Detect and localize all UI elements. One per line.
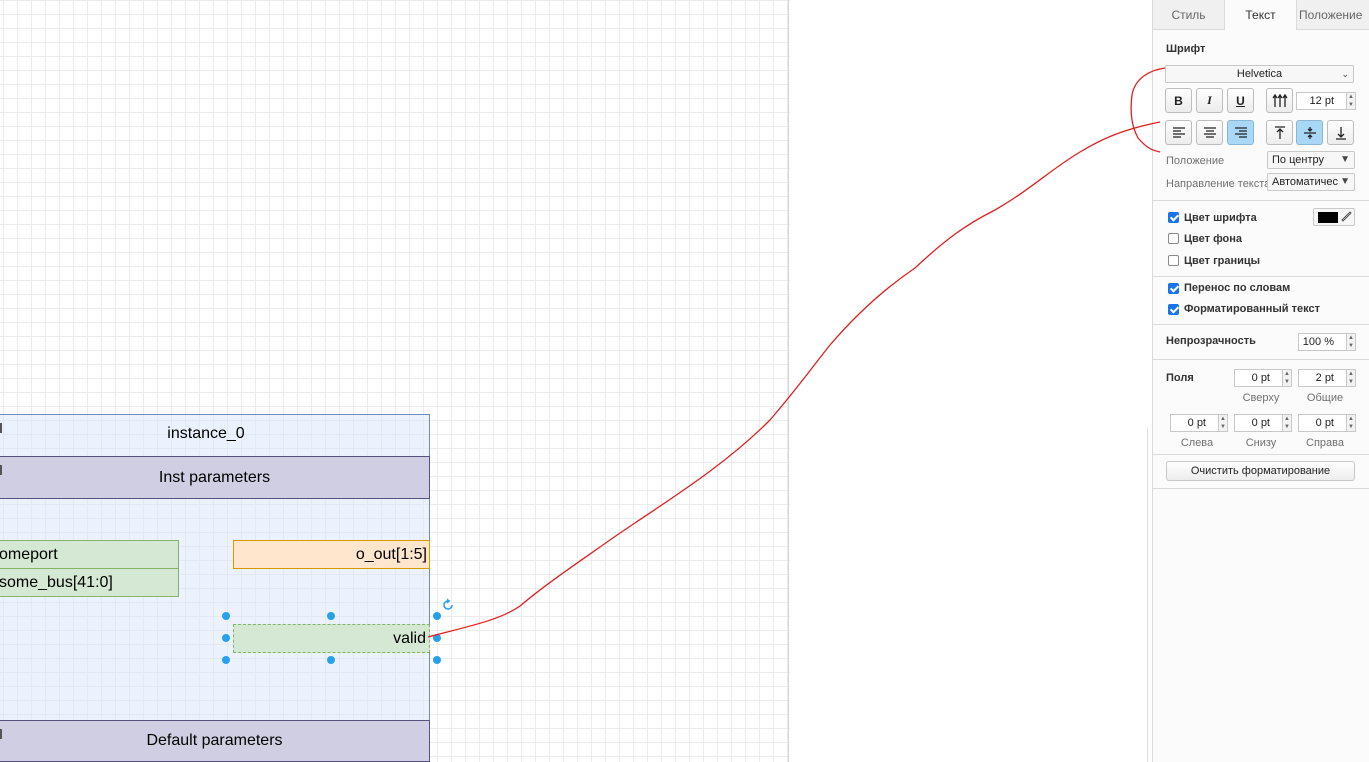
chevron-down-icon: ▼ xyxy=(1340,154,1350,165)
border-color-label: Цвет границы xyxy=(1184,255,1261,267)
word-wrap-checkbox[interactable] xyxy=(1168,283,1179,294)
margin-global-label: Общие xyxy=(1306,392,1344,404)
inst-parameters-band[interactable]: Inst parameters xyxy=(0,456,430,499)
underline-button[interactable]: U xyxy=(1227,88,1254,113)
font-color-label: Цвет шрифта xyxy=(1184,212,1257,224)
text-direction-select[interactable]: Автоматически ▼ xyxy=(1267,173,1355,191)
margin-bottom-label: Снизу xyxy=(1245,437,1277,449)
background-color-checkbox[interactable] xyxy=(1168,233,1179,244)
font-section-label: Шрифт xyxy=(1166,43,1206,55)
selection-handle[interactable] xyxy=(222,634,230,642)
opacity-label: Непрозрачность xyxy=(1166,335,1256,347)
divider xyxy=(1153,324,1369,325)
font-size-stepper[interactable]: ▲ ▼ xyxy=(1347,92,1356,110)
tab-style[interactable]: Стиль xyxy=(1153,0,1225,30)
align-top-icon[interactable] xyxy=(1266,120,1293,145)
font-color-picker[interactable] xyxy=(1313,208,1355,226)
position-select[interactable]: По центру ▼ xyxy=(1267,151,1355,169)
diagram-canvas[interactable]: instance_0 Inst parameters omeport some_… xyxy=(0,0,790,762)
opacity-input[interactable]: 100 % xyxy=(1298,333,1347,351)
port-valid[interactable]: valid xyxy=(233,624,430,653)
align-center-icon[interactable] xyxy=(1196,120,1223,145)
border-color-checkbox[interactable] xyxy=(1168,255,1179,266)
port-label: omeport xyxy=(0,545,58,563)
bold-button[interactable]: B xyxy=(1165,88,1192,113)
margin-left-label: Слева xyxy=(1180,437,1214,449)
italic-button[interactable]: I xyxy=(1196,88,1223,113)
text-direction-value: Автоматически xyxy=(1272,176,1338,188)
format-panel: Стиль Текст Положение Шрифт Helvetica ⌄ … xyxy=(1152,0,1369,762)
margins-label: Поля xyxy=(1166,372,1194,384)
port-omeport[interactable]: omeport xyxy=(0,540,179,569)
divider xyxy=(1153,200,1369,201)
panel-tabs: Стиль Текст Положение xyxy=(1153,0,1369,30)
margin-top-stepper[interactable]: ▲ ▼ xyxy=(1283,369,1292,387)
align-right-icon[interactable] xyxy=(1227,120,1254,145)
selection-handle[interactable] xyxy=(327,612,335,620)
align-middle-icon[interactable] xyxy=(1296,120,1323,145)
default-parameters-band[interactable]: Default parameters xyxy=(0,720,430,762)
align-bottom-icon[interactable] xyxy=(1327,120,1354,145)
margin-top-input[interactable]: 0 pt xyxy=(1234,369,1283,387)
tab-arrange[interactable]: Положение xyxy=(1297,0,1369,30)
selection-handle[interactable] xyxy=(433,612,441,620)
margin-global-input[interactable]: 2 pt xyxy=(1298,369,1347,387)
margin-top-label: Сверху xyxy=(1242,392,1280,404)
margin-left-stepper[interactable]: ▲ ▼ xyxy=(1219,414,1228,432)
position-value: По центру xyxy=(1272,154,1324,166)
formatted-text-label: Форматированный текст xyxy=(1184,303,1320,315)
chevron-down-icon: ▼ xyxy=(1340,176,1350,187)
position-label: Положение xyxy=(1166,155,1225,167)
divider xyxy=(1153,488,1369,489)
chevron-down-icon: ⌄ xyxy=(1341,69,1349,79)
font-color-checkbox[interactable] xyxy=(1168,212,1179,223)
default-parameters-label: Default parameters xyxy=(146,732,283,749)
inst-parameters-label: Inst parameters xyxy=(158,468,271,486)
formatted-text-checkbox[interactable] xyxy=(1168,304,1179,315)
text-direction-vertical-icon[interactable] xyxy=(1266,88,1293,113)
font-color-swatch xyxy=(1318,212,1338,223)
font-family-select[interactable]: Helvetica ⌄ xyxy=(1165,65,1354,83)
margin-right-stepper[interactable]: ▲ ▼ xyxy=(1347,414,1356,432)
selection-handle[interactable] xyxy=(433,656,441,664)
margin-bottom-stepper[interactable]: ▲ ▼ xyxy=(1283,414,1292,432)
text-direction-label: Направление текста xyxy=(1166,178,1271,190)
margin-bottom-input[interactable]: 0 pt xyxy=(1234,414,1283,432)
word-wrap-label: Перенос по словам xyxy=(1184,282,1291,294)
margin-right-input[interactable]: 0 pt xyxy=(1298,414,1347,432)
resize-marker xyxy=(0,729,2,739)
selection-handle[interactable] xyxy=(222,612,230,620)
clear-formatting-button[interactable]: Очистить форматирование xyxy=(1166,461,1355,481)
port-o-out[interactable]: o_out[1:5] xyxy=(233,540,430,569)
divider xyxy=(1153,454,1369,455)
page-boundary xyxy=(788,0,789,762)
margin-left-input[interactable]: 0 pt xyxy=(1170,414,1219,432)
font-family-value: Helvetica xyxy=(1236,68,1283,80)
eyedropper-icon xyxy=(1341,211,1352,222)
port-label: valid xyxy=(393,629,426,647)
rotate-icon[interactable] xyxy=(441,598,455,612)
selection-handle[interactable] xyxy=(433,634,441,642)
instance-title[interactable]: instance_0 xyxy=(0,425,412,443)
font-size-input[interactable]: 12 pt xyxy=(1296,92,1347,110)
port-some-bus[interactable]: some_bus[41:0] xyxy=(0,568,179,597)
tab-text[interactable]: Текст xyxy=(1225,0,1297,30)
divider xyxy=(1153,276,1369,277)
margin-right-label: Справа xyxy=(1306,437,1344,449)
port-label: o_out[1:5] xyxy=(355,545,427,563)
margin-global-stepper[interactable]: ▲ ▼ xyxy=(1347,369,1356,387)
canvas-margin xyxy=(790,0,1152,762)
align-left-icon[interactable] xyxy=(1165,120,1192,145)
divider xyxy=(1153,359,1369,360)
selection-handle[interactable] xyxy=(222,656,230,664)
background-color-label: Цвет фона xyxy=(1184,233,1243,245)
port-label: some_bus[41:0] xyxy=(0,573,113,591)
opacity-stepper[interactable]: ▲ ▼ xyxy=(1347,333,1356,351)
resize-marker xyxy=(0,465,2,475)
panel-divider xyxy=(1147,428,1148,762)
selection-handle[interactable] xyxy=(327,656,335,664)
